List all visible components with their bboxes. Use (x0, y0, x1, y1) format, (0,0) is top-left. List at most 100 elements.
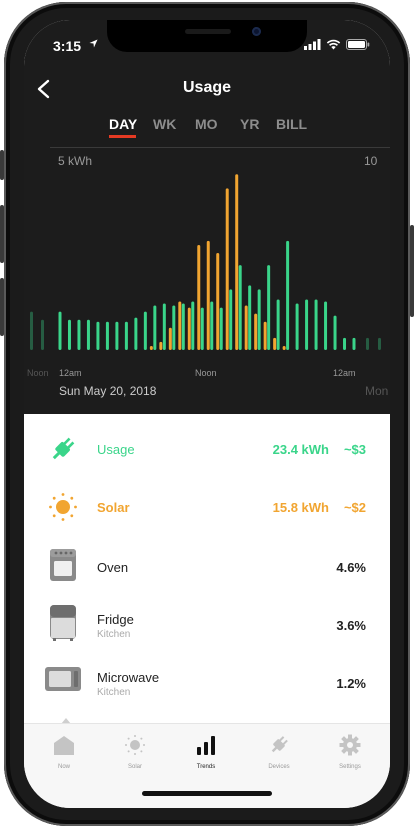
row-energy: 23.4 kWh (272, 442, 329, 457)
usage-bar (134, 317, 138, 350)
list-item-solar[interactable]: Solar 15.8 kWh ~$2 (24, 490, 390, 548)
tab-label: Solar (127, 764, 142, 770)
usage-bar (267, 265, 271, 350)
solar-bar (197, 244, 201, 350)
x-tick-end: 12am (333, 368, 356, 378)
row-name: Solar (97, 500, 130, 515)
battery-icon (346, 39, 370, 50)
solar-bar (206, 240, 210, 350)
row-name: Oven (97, 560, 129, 575)
solar-bar (244, 305, 248, 350)
x-tick-noon: Noon (195, 368, 217, 378)
solar-bar (273, 337, 277, 350)
solar-bar (216, 253, 220, 350)
row-energy: 15.8 kWh (272, 500, 329, 515)
usage-bar (124, 321, 128, 350)
tab-settings[interactable]: Settings (330, 734, 370, 770)
usage-bar (343, 337, 347, 350)
usage-bar (86, 319, 90, 350)
usage-bar (200, 307, 204, 350)
tab-trends[interactable]: Trends (186, 734, 226, 770)
fridge-icon (50, 605, 76, 641)
solar-bar (187, 307, 191, 350)
tab-bill[interactable]: BILL (276, 116, 307, 132)
usage-bar (257, 289, 261, 350)
list-item-microwave[interactable]: Microwave Kitchen 1.2% (24, 664, 390, 722)
usage-bar (172, 305, 176, 350)
bar-chart-icon (197, 736, 215, 755)
active-tab-indicator (109, 135, 136, 138)
row-cost: ~$3 (343, 442, 366, 457)
solar-bar (282, 345, 286, 350)
speaker-grille (185, 29, 231, 34)
usage-bar (352, 337, 356, 350)
solar-bar (159, 341, 163, 350)
home-indicator[interactable] (142, 791, 272, 796)
solar-bar (254, 313, 258, 350)
chart-date: Sun May 20, 2018 (59, 384, 157, 398)
adjacent-day-bar (366, 337, 369, 350)
usage-bar (153, 305, 157, 350)
period-tabs: DAY WK MO YR BILL (24, 116, 390, 140)
usage-bar-chart[interactable] (24, 148, 390, 364)
adjacent-day-bar (41, 319, 44, 350)
usage-bar (191, 301, 195, 350)
oven-icon (50, 549, 76, 581)
x-tick-prev-day: Noon (27, 368, 49, 378)
usage-bar (333, 315, 337, 350)
row-name: Fridge (97, 612, 134, 627)
row-location: Kitchen (97, 687, 131, 698)
phone-device: 3:15 Usage DAY WK MO YR BILL 5 kWh 10 No… (0, 0, 414, 828)
usage-bar (286, 240, 290, 350)
adjacent-day-bar (378, 337, 381, 350)
list-item-usage[interactable]: Usage 23.4 kWh ~$3 (24, 432, 390, 490)
plug-icon (52, 437, 75, 460)
usage-bar (314, 299, 318, 350)
row-percent: 3.6% (336, 618, 366, 633)
tab-now[interactable]: Now (44, 734, 84, 770)
tab-year[interactable]: YR (240, 116, 259, 132)
front-camera (252, 27, 261, 36)
tab-label: Trends (196, 764, 216, 770)
usage-bar (143, 311, 147, 350)
x-tick-next-day: Mon (365, 384, 389, 398)
location-arrow-icon (89, 39, 98, 48)
usage-bar (96, 321, 100, 350)
adjacent-day-bar (30, 311, 33, 350)
tab-day[interactable]: DAY (109, 116, 137, 132)
screen: 3:15 Usage DAY WK MO YR BILL 5 kWh 10 No… (24, 20, 390, 808)
usage-bar (324, 301, 328, 350)
usage-bar (248, 285, 252, 350)
tab-week[interactable]: WK (153, 116, 176, 132)
row-name: Microwave (97, 670, 160, 685)
usage-bar (276, 299, 280, 350)
status-icons (304, 39, 370, 50)
list-item-fridge[interactable]: Fridge Kitchen 3.6% (24, 605, 390, 664)
usage-bar (238, 265, 242, 350)
tab-label: Settings (339, 764, 361, 770)
usage-bar (305, 299, 309, 350)
usage-bar (181, 303, 185, 350)
house-icon (54, 736, 74, 755)
solar-bar (235, 174, 239, 350)
usage-bar (58, 311, 62, 350)
usage-bar (210, 301, 214, 350)
cellular-signal-icon (304, 39, 321, 50)
usage-bar (229, 289, 233, 350)
page-title: Usage (182, 79, 232, 96)
solar-bar (149, 345, 153, 350)
tab-devices[interactable]: Devices (259, 734, 299, 770)
microwave-icon (45, 667, 81, 691)
usage-bar (105, 321, 109, 350)
solar-bar (225, 188, 229, 350)
list-item-oven[interactable]: Oven 4.6% (24, 548, 390, 606)
solar-bar (178, 301, 182, 350)
row-location: Kitchen (97, 629, 131, 640)
tab-solar[interactable]: Solar (115, 734, 155, 770)
power-button (410, 225, 414, 317)
usage-bar (77, 319, 81, 350)
row-cost: ~$2 (343, 500, 366, 515)
usage-bar (295, 303, 299, 350)
tab-label: Now (57, 764, 70, 770)
tab-month[interactable]: MO (195, 116, 218, 132)
